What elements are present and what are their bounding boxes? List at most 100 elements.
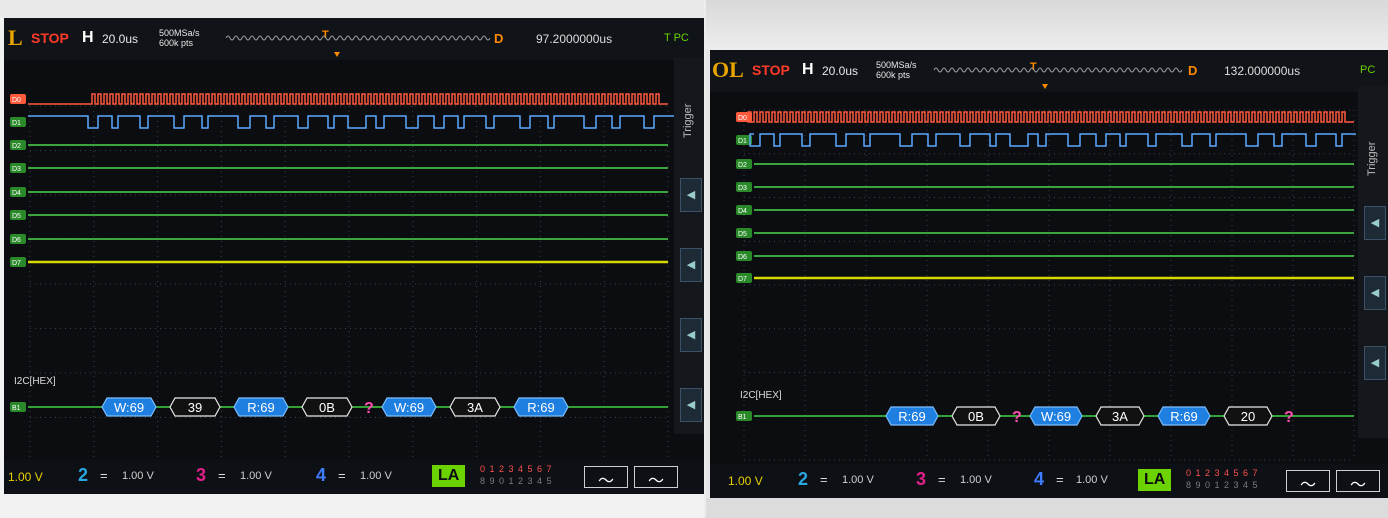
left-oscilloscope-photo: L STOP H 20.0us 500MSa/s 600k pts D 97.2…	[0, 0, 704, 518]
ch1-scale[interactable]: 1.00 V	[728, 474, 763, 488]
trace-d1	[749, 133, 1356, 147]
svg-text:R:69: R:69	[247, 400, 274, 415]
channel-bar: 1.00 V 2 = 1.00 V 3 = 1.00 V 4 = 1.00 V …	[4, 460, 704, 494]
ref-wave-icon[interactable]: 〜	[1286, 470, 1330, 494]
ch3-number[interactable]: 3	[916, 469, 926, 490]
channel-label-d3[interactable]: D3	[10, 163, 26, 173]
svg-text:D1: D1	[12, 120, 21, 127]
panel-arrow-button[interactable]: ◀	[1364, 206, 1386, 240]
ch2-coupling: =	[100, 468, 108, 483]
svg-text:W:69: W:69	[1041, 409, 1071, 424]
channel-label-d0[interactable]: D0	[736, 112, 752, 122]
la-channels-low: 8 9 0 1 2 3 4 5	[1186, 480, 1259, 490]
svg-text:D0: D0	[738, 115, 747, 122]
decoded-data-packet[interactable]: 0B	[951, 406, 1001, 426]
la-button[interactable]: LA	[432, 465, 466, 487]
la-channels-low: 8 9 0 1 2 3 4 5	[480, 476, 553, 486]
decoded-address-packet[interactable]: W:69	[1029, 406, 1083, 426]
scope-screen-left: L STOP H 20.0us 500MSa/s 600k pts D 97.2…	[4, 18, 704, 494]
panel-arrow-button[interactable]: ◀	[680, 318, 702, 352]
decoded-address-packet[interactable]: R:69	[1157, 406, 1211, 426]
channel-label-d6[interactable]: D6	[736, 251, 752, 261]
svg-text:D6: D6	[12, 237, 21, 244]
decoded-address-packet[interactable]: R:69	[885, 406, 939, 426]
ch4-number[interactable]: 4	[1034, 469, 1044, 490]
decoded-address-packet[interactable]: W:69	[101, 397, 157, 417]
ch2-scale[interactable]: 1.00 V	[842, 474, 874, 486]
svg-text:R:69: R:69	[898, 409, 925, 424]
channel-label-d4[interactable]: D4	[10, 187, 26, 197]
svg-text:W:69: W:69	[114, 400, 144, 415]
svg-text:D0: D0	[12, 97, 21, 104]
decoded-address-packet[interactable]: R:69	[513, 397, 569, 417]
channel-label-d7[interactable]: D7	[736, 273, 752, 283]
svg-text:D2: D2	[738, 162, 747, 169]
ch2-scale[interactable]: 1.00 V	[122, 470, 154, 482]
bus-label: I2C[HEX]	[740, 390, 782, 401]
panel-arrow-button[interactable]: ◀	[680, 388, 702, 422]
svg-text:20: 20	[1241, 409, 1255, 424]
ch3-number[interactable]: 3	[196, 465, 206, 486]
decoded-address-packet[interactable]: W:69	[381, 397, 437, 417]
ch3-scale[interactable]: 1.00 V	[240, 470, 272, 482]
svg-text:W:69: W:69	[394, 400, 424, 415]
trigger-position-marker: T	[322, 29, 329, 41]
channel-label-d0[interactable]: D0	[10, 94, 26, 104]
math-wave-icon[interactable]: 〜	[1336, 470, 1380, 494]
svg-text:R:69: R:69	[1170, 409, 1197, 424]
ch4-scale[interactable]: 1.00 V	[1076, 474, 1108, 486]
svg-text:D4: D4	[738, 208, 747, 215]
trigger-arrow	[334, 52, 340, 57]
svg-text:D6: D6	[738, 254, 747, 261]
decoded-data-packet[interactable]: 3A	[449, 397, 501, 417]
ch2-number[interactable]: 2	[78, 465, 88, 486]
la-button[interactable]: LA	[1138, 469, 1172, 491]
decoded-data-packet[interactable]: 20	[1223, 406, 1273, 426]
trigger-panel-label: Trigger	[1366, 141, 1378, 176]
panel-arrow-button[interactable]: ◀	[1364, 276, 1386, 310]
svg-text:0B: 0B	[319, 400, 335, 415]
side-panel: Trigger ◀ ◀ ◀ ◀	[674, 58, 704, 434]
bus-channel-label[interactable]: B1	[10, 402, 26, 412]
decoded-data-packet[interactable]: 3A	[1095, 406, 1145, 426]
ch3-coupling: =	[218, 468, 226, 483]
channel-label-d5[interactable]: D5	[10, 210, 26, 220]
svg-text:D7: D7	[12, 260, 21, 267]
la-channels-high: 0 1 2 3 4 5 6 7	[1186, 468, 1259, 478]
memory-indicator	[225, 35, 491, 41]
ch4-number[interactable]: 4	[316, 465, 326, 486]
decoded-data-packet[interactable]: 0B	[301, 397, 353, 417]
trace-d0	[747, 111, 1354, 123]
svg-text:D5: D5	[12, 213, 21, 220]
svg-text:D3: D3	[12, 166, 21, 173]
svg-text:D4: D4	[12, 190, 21, 197]
ch4-coupling: =	[338, 468, 346, 483]
ch1-scale[interactable]: 1.00 V	[8, 470, 43, 484]
panel-arrow-button[interactable]: ◀	[1364, 346, 1386, 380]
svg-text:0B: 0B	[968, 409, 984, 424]
decoded-data-packet[interactable]: 39	[169, 397, 221, 417]
ch4-scale[interactable]: 1.00 V	[360, 470, 392, 482]
trigger-position-marker: T	[1030, 61, 1037, 73]
channel-label-d4[interactable]: D4	[736, 205, 752, 215]
ch3-scale[interactable]: 1.00 V	[960, 474, 992, 486]
decoded-address-packet[interactable]: R:69	[233, 397, 289, 417]
side-panel: Trigger ◀ ◀ ◀	[1358, 86, 1388, 438]
channel-label-d2[interactable]: D2	[10, 140, 26, 150]
ch2-number[interactable]: 2	[798, 469, 808, 490]
channel-label-d5[interactable]: D5	[736, 228, 752, 238]
bus-channel-label[interactable]: B1	[736, 411, 752, 421]
panel-arrow-button[interactable]: ◀	[680, 248, 702, 282]
svg-text:R:69: R:69	[527, 400, 554, 415]
channel-label-d1[interactable]: D1	[10, 117, 26, 127]
right-oscilloscope-photo: OL STOP H 20.0us 500MSa/s 600k pts D 132…	[706, 0, 1388, 518]
channel-label-d6[interactable]: D6	[10, 234, 26, 244]
channel-label-d3[interactable]: D3	[736, 182, 752, 192]
svg-text:39: 39	[188, 400, 202, 415]
decode-error-mark: ?	[1012, 409, 1022, 426]
math-wave-icon[interactable]: 〜	[634, 466, 678, 490]
panel-arrow-button[interactable]: ◀	[680, 178, 702, 212]
channel-label-d2[interactable]: D2	[736, 159, 752, 169]
channel-label-d7[interactable]: D7	[10, 257, 26, 267]
ref-wave-icon[interactable]: 〜	[584, 466, 628, 490]
